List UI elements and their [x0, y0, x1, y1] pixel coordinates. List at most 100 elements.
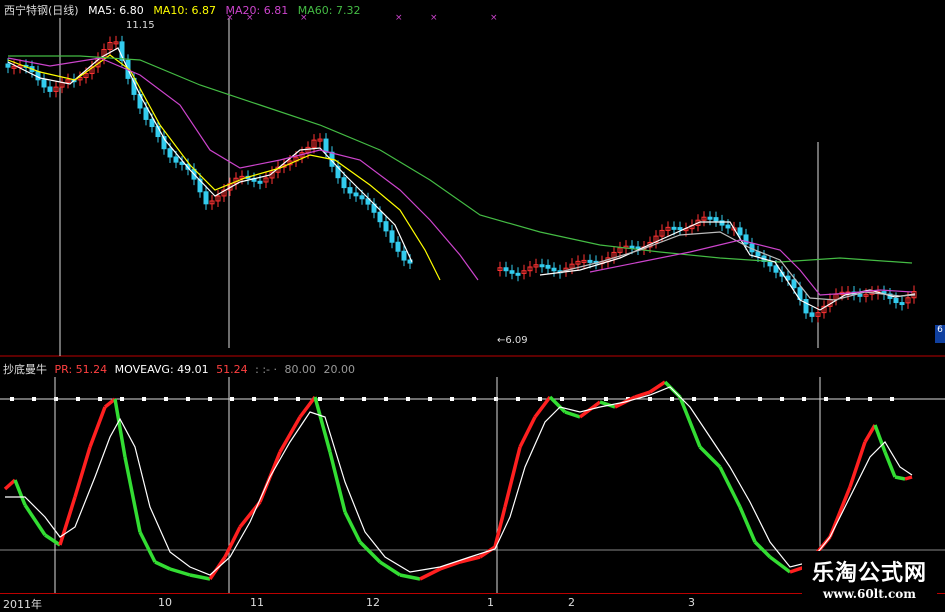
- pr-segment: [88, 406, 107, 448]
- candle-body: [539, 264, 545, 268]
- candle-body: [341, 177, 347, 189]
- moving-average-line: [559, 231, 916, 301]
- level-dot: [846, 397, 850, 401]
- level-dot: [538, 397, 542, 401]
- pr-segment: [278, 416, 302, 453]
- pr-segment: [58, 496, 77, 546]
- pr-segment: [23, 504, 47, 536]
- candle-body: [629, 245, 635, 249]
- pr-segment: [518, 416, 537, 448]
- level-dot: [32, 397, 36, 401]
- level-dot: [780, 397, 784, 401]
- moveavg-value: MOVEAVG: 49.01: [114, 363, 209, 376]
- pr-segment: [298, 395, 317, 419]
- level-dot: [714, 397, 718, 401]
- pr-segment: [768, 555, 792, 574]
- pr-segment: [419, 567, 441, 581]
- level-dot: [648, 397, 652, 401]
- level-dot: [582, 397, 586, 401]
- level-dot: [76, 397, 80, 401]
- ma5-value: MA5: 6.80: [88, 4, 144, 17]
- moveavg-line: [5, 386, 913, 576]
- candle-body: [791, 279, 797, 289]
- candle-body: [767, 260, 773, 267]
- pr-segment: [123, 456, 142, 533]
- level-dot: [890, 397, 894, 401]
- price-chart-pane[interactable]: × × × × × × 西宁特钢(日线) MA5: 6.80 MA10: 6.87 MA2…: [0, 0, 945, 357]
- candle-body: [809, 312, 815, 317]
- candle-body: [47, 86, 53, 92]
- pr-segment: [399, 573, 421, 581]
- pr-segment: [738, 506, 757, 543]
- pr-segment: [503, 446, 522, 508]
- axis-label: 1: [487, 596, 494, 609]
- axis-label: 10: [158, 596, 172, 609]
- pr-segment: [113, 398, 127, 458]
- pr-segment: [138, 531, 157, 563]
- pr-segment: [894, 475, 906, 481]
- candle-body: [893, 297, 899, 304]
- pr-segment: [358, 540, 382, 564]
- axis-label: 2: [568, 596, 575, 609]
- candle-body: [401, 250, 407, 261]
- candle-body: [395, 241, 401, 252]
- moving-average-line: [7, 57, 479, 281]
- level-dot: [208, 397, 212, 401]
- pr-segment: [13, 479, 27, 506]
- axis-label: 2011年: [3, 598, 42, 611]
- level-dot: [120, 397, 124, 401]
- level-dot: [296, 397, 300, 401]
- level-dot: [670, 397, 674, 401]
- level-dot: [98, 397, 102, 401]
- ma10-value: MA10: 6.87: [153, 4, 217, 17]
- candle-body: [5, 63, 11, 68]
- candle-body: [347, 187, 353, 194]
- level-dot: [758, 397, 762, 401]
- signal-marker: ×: [490, 13, 498, 23]
- candle-body: [857, 293, 863, 297]
- pr-segment: [189, 573, 211, 581]
- level-dot: [10, 397, 14, 401]
- pr-segment: [73, 446, 92, 498]
- candle-body: [143, 107, 149, 120]
- price-chart[interactable]: × × × × × ×: [0, 0, 945, 357]
- level-dot: [516, 397, 520, 401]
- moving-average-line: [7, 54, 441, 281]
- pr-segment: [343, 511, 362, 543]
- level-dot: [604, 397, 608, 401]
- candle-body: [677, 227, 683, 231]
- candle-body: [173, 156, 179, 163]
- candle-body: [707, 216, 713, 220]
- level-dot: [868, 397, 872, 401]
- pr-segment: [828, 486, 852, 538]
- candle-body: [725, 224, 731, 229]
- level-dot: [428, 397, 432, 401]
- signal-marker: ×: [395, 13, 403, 23]
- candle-body: [899, 302, 905, 306]
- candle-body: [353, 192, 359, 197]
- candle-body: [359, 195, 365, 200]
- axis-label: 12: [366, 596, 380, 609]
- level-dot: [802, 397, 806, 401]
- candle-body: [737, 227, 743, 236]
- watermark-title: 乐淘公式网: [811, 560, 927, 586]
- pr-segment: [169, 567, 191, 577]
- level-dot: [164, 397, 168, 401]
- level-dot: [230, 397, 234, 401]
- level-dot: [692, 397, 696, 401]
- level-dot: [274, 397, 278, 401]
- level-dot: [824, 397, 828, 401]
- level-dot: [362, 397, 366, 401]
- candle-body: [41, 79, 47, 88]
- candle-body: [671, 226, 677, 230]
- candle-body: [551, 267, 557, 272]
- indicator-current: 51.24: [216, 363, 248, 376]
- indicator-sep: : :- ·: [255, 363, 278, 376]
- pr-segment: [698, 445, 722, 469]
- candle-body: [545, 264, 551, 269]
- pr-segment: [863, 424, 877, 443]
- candle-body: [257, 180, 263, 184]
- candle-body: [323, 138, 329, 153]
- indicator-legend: 抄底曼牛 PR: 51.24 MOVEAVG: 49.01 51.24 : :-…: [3, 361, 359, 377]
- pr-segment: [533, 395, 552, 419]
